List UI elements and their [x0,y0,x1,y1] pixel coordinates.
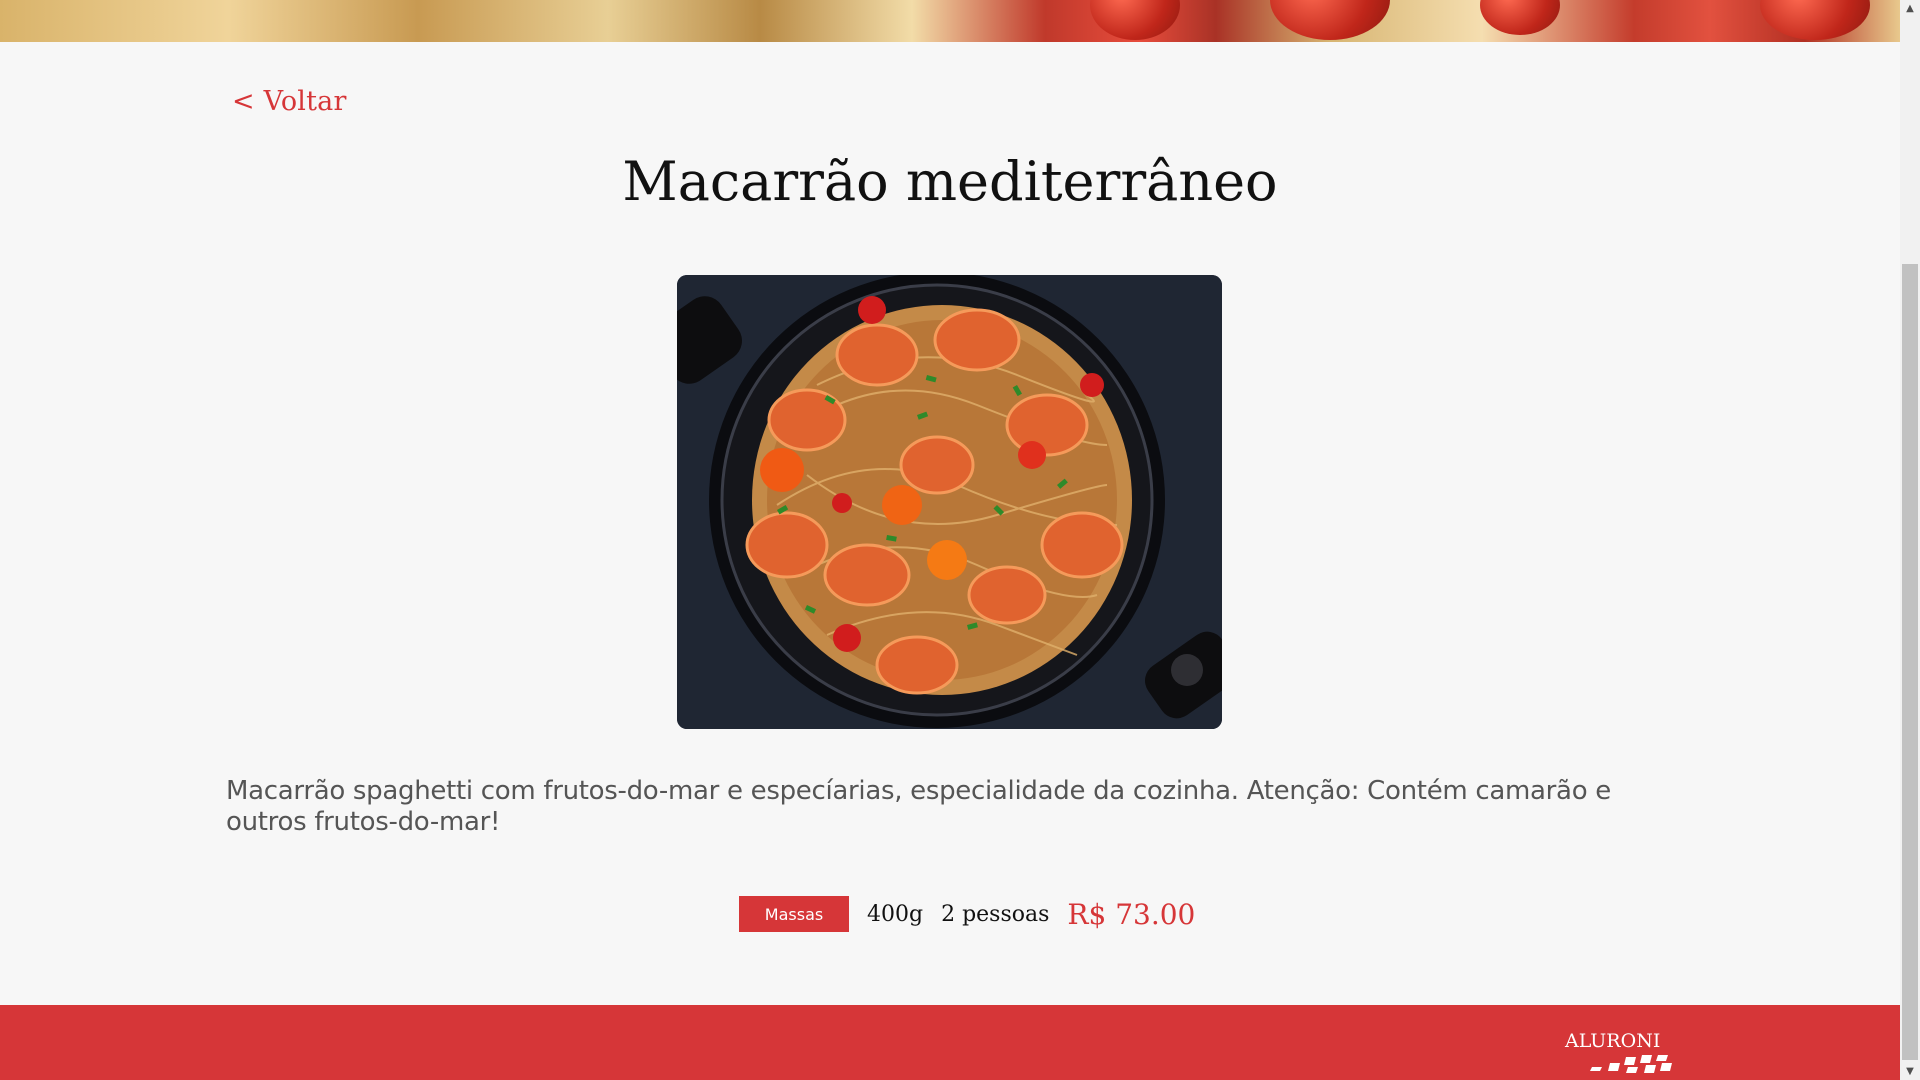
dish-price: R$ 73.00 [1067,897,1196,931]
dish-title: Macarrão mediterrâneo [622,150,1278,213]
dish-image [677,275,1222,729]
scrollbar-thumb[interactable] [1902,264,1918,1060]
scroll-up-arrow[interactable]: ▲ [1900,0,1920,17]
dish-serves: 2 pessoas [941,901,1050,927]
page: < Voltar Macarrão mediterrâneo Macarrão … [0,0,1900,1080]
dish-meta: Massas 400g 2 pessoas R$ 73.00 [739,896,1195,932]
triangle-down-icon: ▼ [1906,1066,1914,1077]
footer-logo: ALURONI [1565,1030,1661,1052]
triangle-up-icon: ▲ [1906,3,1914,14]
back-link[interactable]: < Voltar [232,86,347,117]
checkered-flag-icon [1590,1055,1672,1073]
dish-description: Macarrão spaghetti com frutos-do-mar e e… [226,776,1611,837]
scroll-down-arrow[interactable]: ▼ [1900,1063,1920,1080]
hero-banner-image [0,0,1900,42]
category-badge: Massas [739,896,849,932]
dish-weight: 400g [867,901,924,927]
